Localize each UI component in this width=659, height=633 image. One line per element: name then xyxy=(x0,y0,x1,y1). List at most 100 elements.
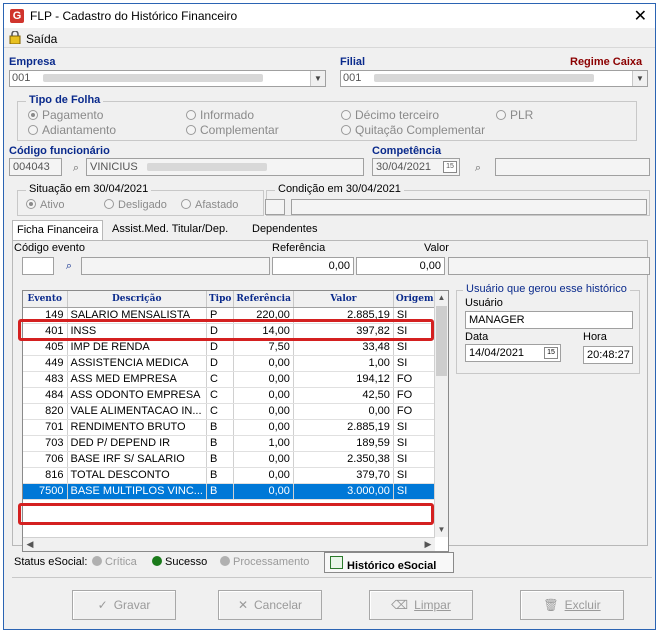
radio-adiantamento[interactable]: Adiantamento xyxy=(28,123,116,137)
cell-evento: 7500 xyxy=(23,483,68,500)
table-header: Evento Descrição Tipo Referência Valor O… xyxy=(23,291,437,308)
valor-extra-field xyxy=(448,257,650,275)
radio-decimo-terceiro[interactable]: Décimo terceiro xyxy=(341,108,439,122)
cell-origem: FO xyxy=(393,371,437,388)
menu-saida[interactable]: Saída xyxy=(26,32,57,46)
cell-valor: 379,70 xyxy=(293,467,394,484)
radio-afastado[interactable]: Afastado xyxy=(181,199,238,211)
binoculars-icon[interactable]: ⌕ xyxy=(67,160,85,176)
referencia-field[interactable]: 0,00 xyxy=(272,257,354,275)
scroll-down-icon[interactable]: ▼ xyxy=(435,523,448,537)
status-processamento: Processamento xyxy=(220,556,309,568)
radio-desligado[interactable]: Desligado xyxy=(104,199,167,211)
tab-dependentes[interactable]: Dependentes xyxy=(248,220,321,240)
tipo-folha-group: Tipo de Folha Pagamento Informado Décimo… xyxy=(17,94,637,141)
cell-valor: 3.000,00 xyxy=(293,483,394,500)
empresa-value: 001 xyxy=(12,72,31,84)
empresa-label: Empresa xyxy=(9,56,56,68)
filial-select[interactable]: 001 ▼ xyxy=(340,70,648,87)
usuario-label: Usuário xyxy=(465,297,503,309)
redacted-text xyxy=(43,74,264,83)
table-row[interactable]: 484 ASS ODONTO EMPRESA C 0,00 42,50 FO xyxy=(23,387,437,404)
col-evento[interactable]: Evento xyxy=(23,291,68,308)
codigo-evento-field[interactable] xyxy=(22,257,54,275)
cell-referencia: 0,00 xyxy=(233,467,294,484)
col-tipo[interactable]: Tipo xyxy=(206,291,235,308)
scroll-left-icon[interactable]: ◀ xyxy=(23,538,37,551)
funcionario-code-field[interactable]: 004043 xyxy=(9,158,62,176)
cell-evento: 484 xyxy=(23,387,68,404)
tab-ficha-financeira[interactable]: Ficha Financeira xyxy=(12,220,104,241)
radio-label: Décimo terceiro xyxy=(355,108,440,122)
excluir-button[interactable]: 🗑 Excluir xyxy=(520,590,624,620)
data-field: 14/04/2021 15 xyxy=(465,344,561,362)
status-critica-label: Crítica xyxy=(105,556,137,568)
app-logo-icon: G xyxy=(10,9,24,23)
hora-label: Hora xyxy=(583,331,607,343)
competencia-date-field[interactable]: 30/04/2021 15 xyxy=(372,158,460,176)
radio-dot xyxy=(186,125,196,135)
tipo-folha-title: Tipo de Folha xyxy=(26,94,104,106)
radio-quitacao-complementar[interactable]: Quitação Complementar xyxy=(341,123,485,137)
situacao-title: Situação em 30/04/2021 xyxy=(26,183,152,195)
col-referencia[interactable]: Referência xyxy=(233,291,294,308)
lock-icon xyxy=(9,31,21,44)
table-row[interactable]: 706 BASE IRF S/ SALARIO B 0,00 2.350,38 SI xyxy=(23,451,437,468)
table-row[interactable]: 449 ASSISTENCIA MEDICA D 0,00 1,00 SI xyxy=(23,355,437,372)
evento-desc-field xyxy=(81,257,270,275)
condicao-desc-field xyxy=(291,199,647,215)
binoculars-icon[interactable]: ⌕ xyxy=(469,160,487,176)
radio-dot xyxy=(104,199,114,209)
horizontal-scrollbar[interactable]: ◀ ▶ xyxy=(23,537,435,551)
radio-informado[interactable]: Informado xyxy=(186,108,254,122)
vertical-scrollbar[interactable]: ▲ ▼ xyxy=(434,291,448,537)
scroll-up-icon[interactable]: ▲ xyxy=(435,291,448,305)
table-row[interactable]: 816 TOTAL DESCONTO B 0,00 379,70 SI xyxy=(23,467,437,484)
empresa-select[interactable]: 001 ▼ xyxy=(9,70,326,87)
usuario-group: Usuário que gerou esse histórico Usuário… xyxy=(456,283,640,374)
col-descricao[interactable]: Descrição xyxy=(67,291,207,308)
cancelar-button[interactable]: ✕ Cancelar xyxy=(218,590,322,620)
close-icon[interactable]: ✕ xyxy=(634,6,647,26)
cell-descricao: ASSISTENCIA MEDICA xyxy=(67,355,207,372)
radio-label: Complementar xyxy=(200,123,279,137)
tab-assist-med[interactable]: Assist.Med. Titular/Dep. xyxy=(108,220,232,240)
radio-label: Informado xyxy=(200,108,255,122)
scroll-right-icon[interactable]: ▶ xyxy=(421,538,435,551)
gravar-button[interactable]: ✓ Gravar xyxy=(72,590,176,620)
highlight-row-base-multiplos xyxy=(18,503,434,525)
table-row[interactable]: 405 IMP DE RENDA D 7,50 33,48 SI xyxy=(23,339,437,356)
filial-value: 001 xyxy=(343,72,362,84)
cell-descricao: ASS MED EMPRESA xyxy=(67,371,207,388)
scroll-thumb[interactable] xyxy=(436,306,447,376)
table-row[interactable]: 483 ASS MED EMPRESA C 0,00 194,12 FO xyxy=(23,371,437,388)
cell-referencia: 0,00 xyxy=(233,419,294,436)
radio-ativo[interactable]: Ativo xyxy=(26,199,64,211)
cell-tipo: C xyxy=(206,387,235,404)
historico-esocial-button[interactable]: Histórico eSocial xyxy=(324,552,454,573)
condicao-code-field xyxy=(265,199,285,215)
radio-pagamento[interactable]: Pagamento xyxy=(28,108,103,122)
calendar-icon[interactable]: 15 xyxy=(443,161,457,173)
eraser-icon: ⌫ xyxy=(391,598,409,612)
col-origem[interactable]: Origem xyxy=(393,291,437,308)
limpar-label: Limpar xyxy=(414,598,451,612)
cell-referencia: 0,00 xyxy=(233,403,294,420)
cell-descricao: VALE ALIMENTACAO IN... xyxy=(67,403,207,420)
table-row[interactable]: 703 DED P/ DEPEND IR B 1,00 189,59 SI xyxy=(23,435,437,452)
radio-complementar[interactable]: Complementar xyxy=(186,123,279,137)
table-row[interactable]: 701 RENDIMENTO BRUTO B 0,00 2.885,19 SI xyxy=(23,419,437,436)
table-row[interactable]: 7500 BASE MULTIPLOS VINC... B 0,00 3.000,00 S… xyxy=(23,483,437,500)
col-valor[interactable]: Valor xyxy=(293,291,394,308)
cell-tipo: B xyxy=(206,419,235,436)
valor-field[interactable]: 0,00 xyxy=(356,257,445,275)
table-row[interactable]: 820 VALE ALIMENTACAO IN... C 0,00 0,00 FO xyxy=(23,403,437,420)
calendar-icon[interactable]: 15 xyxy=(544,347,558,359)
limpar-button[interactable]: ⌫ Limpar xyxy=(369,590,473,620)
binoculars-icon[interactable]: ⌕ xyxy=(60,258,78,274)
data-value: 14/04/2021 xyxy=(469,347,525,359)
status-processamento-label: Processamento xyxy=(233,556,310,568)
cell-tipo: B xyxy=(206,467,235,484)
radio-plr[interactable]: PLR xyxy=(496,108,533,122)
status-dot-icon xyxy=(92,556,102,566)
